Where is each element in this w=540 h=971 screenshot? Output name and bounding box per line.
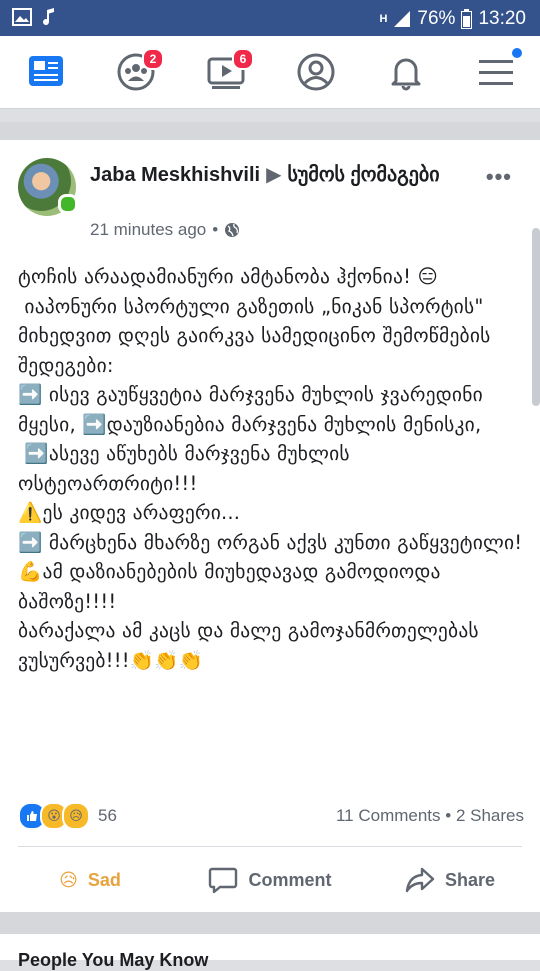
post-card: Jaba Meskhishvili ▶ სუმოს ქომაგები ••• 21 … bbox=[0, 140, 540, 912]
feed-divider-2 bbox=[0, 912, 540, 934]
meta-separator: • bbox=[212, 220, 219, 239]
sad-label: Sad bbox=[87, 869, 121, 890]
online-indicator bbox=[58, 194, 78, 214]
comments-count[interactable]: 11 Comments bbox=[336, 806, 441, 825]
dot-separator: • bbox=[445, 806, 456, 825]
battery-icon bbox=[461, 9, 473, 29]
menu-icon bbox=[479, 60, 513, 85]
nav-notifications[interactable] bbox=[384, 50, 428, 94]
share-label: Share bbox=[444, 869, 496, 890]
people-you-may-know: People You May Know bbox=[0, 934, 540, 970]
profile-icon bbox=[297, 53, 335, 91]
bell-icon bbox=[391, 58, 421, 91]
feed-divider bbox=[0, 122, 540, 140]
section-title: People You May Know bbox=[18, 950, 209, 970]
sad-face-icon: 😥 bbox=[59, 869, 78, 891]
music-note-icon bbox=[43, 8, 54, 26]
post-header: Jaba Meskhishvili ▶ სუმოს ქომაგები bbox=[90, 160, 460, 190]
signal-icon bbox=[394, 11, 411, 27]
comment-icon bbox=[209, 867, 238, 894]
reaction-count: 56 bbox=[98, 806, 117, 825]
nav-news-feed[interactable] bbox=[24, 50, 68, 94]
sad-reaction-icon: 😥 bbox=[62, 802, 90, 830]
avatar[interactable] bbox=[18, 158, 78, 216]
nav-profile[interactable] bbox=[294, 50, 338, 94]
comment-button[interactable]: Comment bbox=[180, 855, 360, 905]
menu-dot bbox=[512, 48, 522, 58]
post-text: ტოჩის არაადამიანური ამტანობა ჰქონია! 😑 ი… bbox=[18, 265, 523, 672]
comment-label: Comment bbox=[248, 869, 332, 890]
post-time[interactable]: 21 minutes ago bbox=[90, 220, 206, 240]
share-button[interactable]: Share bbox=[360, 855, 540, 905]
share-icon bbox=[405, 867, 435, 893]
post-actions: 😥 Sad Comment Share bbox=[0, 855, 540, 905]
more-options-icon[interactable]: ••• bbox=[486, 164, 512, 190]
battery-percent: 76% bbox=[417, 8, 456, 29]
globe-icon bbox=[225, 223, 240, 237]
news-feed-icon bbox=[29, 56, 63, 86]
nav-video[interactable]: 6 bbox=[204, 48, 254, 94]
gallery-icon bbox=[12, 8, 32, 26]
friends-badge: 2 bbox=[142, 48, 164, 70]
nav-friends[interactable]: 2 bbox=[114, 48, 164, 94]
reactions-summary[interactable]: 😮 😥 56 bbox=[18, 802, 117, 830]
video-badge: 6 bbox=[232, 48, 254, 70]
top-nav: 2 6 bbox=[0, 36, 540, 109]
sad-reaction-button[interactable]: 😥 Sad bbox=[0, 855, 180, 905]
status-bar: H 76% 13:20 bbox=[0, 0, 540, 36]
engagement-counts: 11 Comments • 2 Shares bbox=[336, 806, 524, 826]
shares-count[interactable]: 2 Shares bbox=[456, 806, 524, 825]
post-meta: 21 minutes ago • bbox=[90, 220, 240, 240]
scrollbar[interactable] bbox=[532, 228, 540, 406]
network-type: H bbox=[379, 13, 388, 25]
nav-menu[interactable] bbox=[474, 48, 522, 94]
clock: 13:20 bbox=[478, 8, 526, 29]
arrow-right-icon: ▶ bbox=[266, 164, 282, 186]
actions-divider bbox=[18, 846, 522, 847]
author-name[interactable]: Jaba Meskhishvili bbox=[90, 164, 260, 186]
post-stats: 😮 😥 56 11 Comments • 2 Shares bbox=[18, 802, 524, 832]
group-name[interactable]: სუმოს ქომაგები bbox=[287, 164, 439, 186]
